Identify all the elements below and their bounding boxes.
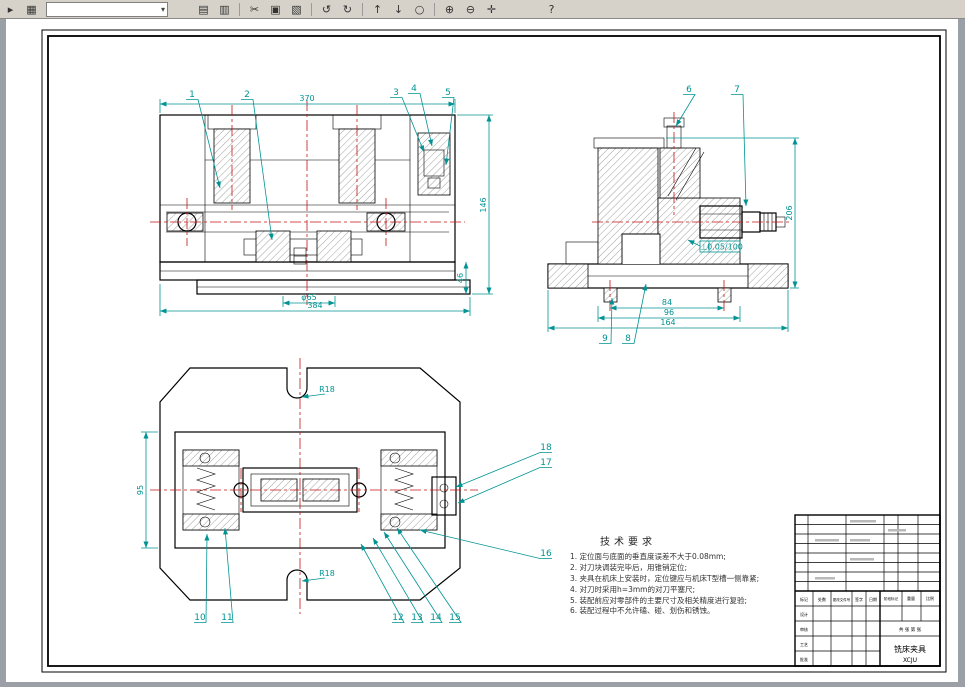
titleblock-part-code: XCJU: [903, 657, 917, 664]
titleblock-label-approve: 批准: [800, 656, 808, 662]
balloon-3: 3: [393, 88, 399, 98]
drawing-svg: 370 384 146 46 φ65 84 96 164 206 ⊥ 0.05/…: [6, 18, 958, 682]
help-icon[interactable]: ?: [542, 1, 561, 18]
balloon-14: 14: [430, 613, 442, 623]
paste-icon[interactable]: ▧: [287, 1, 306, 18]
tolerance-value: 0.05/100: [707, 243, 743, 252]
zoom-out-icon[interactable]: ⊖: [461, 1, 480, 18]
scale-combo[interactable]: ▾: [46, 1, 168, 17]
balloon-6: 6: [686, 85, 692, 95]
balloon-18: 18: [540, 443, 552, 453]
balloon-11: 11: [221, 613, 232, 623]
toolbar-separator: [434, 2, 435, 16]
tech-requirement-item: 6. 装配过程中不允许磕、碰、划伤和锈蚀。: [570, 606, 715, 616]
redo-icon[interactable]: ↻: [338, 1, 357, 18]
balloon-17: 17: [540, 458, 551, 468]
dimension-label-side-b2: 96: [664, 308, 674, 317]
titleblock-label-stage: 阶段标记: [884, 596, 898, 601]
balloon-2: 2: [244, 90, 250, 100]
toolbar-separator: [362, 2, 363, 16]
tech-requirement-item: 2. 对刀块调装完毕后，用锥销定位;: [570, 562, 688, 572]
tech-requirement-item: 1. 定位面与底面的垂直度误差不大于0.08mm;: [570, 552, 726, 561]
cad-application-window: { "toolbar": { "combo_value": "", "combo…: [0, 0, 965, 687]
titleblock-label-sign: 签字: [855, 596, 863, 602]
dimension-label-front-step: 46: [456, 273, 465, 283]
balloon-9: 9: [602, 334, 608, 344]
balloon-7: 7: [734, 85, 740, 95]
balloon-13: 13: [411, 613, 422, 623]
toolbar: ▸ ▦ ▾ ▤ ▥ ✂ ▣ ▧ ↺ ↻ ↑ ↓ ○ ⊕ ⊖ ✛ ?: [0, 0, 965, 19]
titleblock-label-date: 日期: [869, 596, 877, 602]
drawing-canvas[interactable]: 370 384 146 46 φ65 84 96 164 206 ⊥ 0.05/…: [0, 0, 965, 687]
titleblock-label-sheets: 共 张 第 张: [899, 626, 922, 633]
balloon-12: 12: [392, 613, 403, 623]
tech-requirements-title: 技术要求: [600, 537, 656, 548]
titleblock-label-check: 审核: [800, 626, 808, 632]
titleblock-label-scale: 比例: [926, 595, 934, 601]
dimension-label-front-height: 146: [479, 197, 488, 212]
titleblock-label-craft: 工艺: [800, 642, 808, 647]
dimension-label-side-b3: 164: [660, 318, 675, 327]
balloon-15: 15: [449, 613, 460, 623]
tech-requirement-item: 4. 对刀时采用h=3mm的对刀平塞尺;: [570, 584, 695, 594]
dimension-label-plan-radius-bottom: R18: [319, 569, 335, 578]
dimension-label-plan-radius-top: R18: [319, 385, 335, 394]
balloon-1: 1: [189, 90, 195, 100]
tech-requirement-item: 5. 装配前应对零部件的主要尺寸及相关精度进行复验;: [570, 595, 748, 605]
toolbar-separator: [311, 2, 312, 16]
preview-icon[interactable]: ▥: [215, 1, 234, 18]
balloon-4: 4: [411, 84, 417, 94]
tech-requirements: 技术要求 1. 定位面与底面的垂直度误差不大于0.08mm; 2. 对刀块调装完…: [570, 533, 820, 617]
dimension-label-front-bottom: 384: [307, 301, 322, 310]
balloon-5: 5: [445, 88, 451, 98]
cut-icon[interactable]: ✂: [245, 1, 264, 18]
dimension-label-plan-height: 95: [136, 485, 145, 495]
dimension-label-side-b1: 84: [662, 298, 672, 307]
titleblock-part-name: 铣床夹具: [894, 644, 926, 654]
balloon-10: 10: [194, 613, 206, 623]
toolbar-separator: [239, 2, 240, 16]
undo-icon[interactable]: ↺: [317, 1, 336, 18]
dimension-label-front-dia: φ65: [301, 293, 316, 302]
titleblock-label-file-no: 更改文件号: [833, 597, 851, 602]
combo-caret-icon: ▾: [160, 4, 165, 14]
move-down-icon[interactable]: ↓: [389, 1, 408, 18]
table-icon[interactable]: ▦: [22, 1, 41, 18]
copy-icon[interactable]: ▣: [266, 1, 285, 18]
pan-icon[interactable]: ✛: [482, 1, 501, 18]
titleblock-label-weight: 重量: [907, 595, 915, 601]
circle-tool-icon[interactable]: ○: [410, 1, 429, 18]
print-icon[interactable]: ▤: [194, 1, 213, 18]
balloon-8: 8: [625, 334, 631, 344]
balloon-16: 16: [540, 549, 552, 559]
zoom-in-icon[interactable]: ⊕: [440, 1, 459, 18]
menu-arrow-icon[interactable]: ▸: [1, 1, 20, 18]
tech-requirement-item: 3. 夹具在机床上安装时，定位键应与机床T型槽一侧靠紧;: [570, 573, 760, 583]
dimension-label-side-height: 206: [785, 205, 794, 220]
move-up-icon[interactable]: ↑: [368, 1, 387, 18]
dimension-label-front-top: 370: [299, 94, 314, 103]
